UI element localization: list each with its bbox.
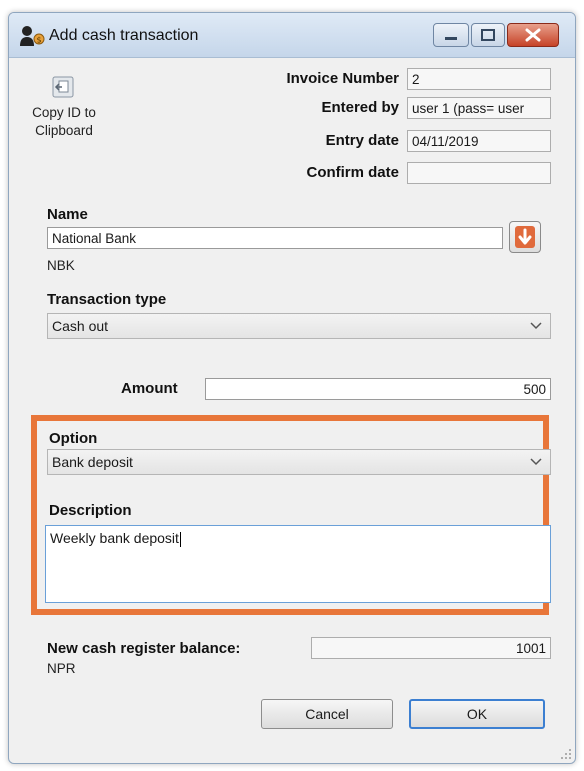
chevron-down-icon — [530, 458, 542, 466]
confirm-date-label: Confirm date — [306, 164, 399, 181]
name-lookup-button[interactable] — [509, 221, 541, 253]
cancel-button[interactable]: Cancel — [261, 699, 393, 729]
svg-text:$: $ — [37, 36, 42, 45]
arrow-down-icon — [515, 226, 535, 248]
window-title: Add cash transaction — [49, 27, 199, 44]
description-textarea[interactable]: Weekly bank deposit — [45, 525, 551, 603]
option-value: Bank deposit — [52, 454, 133, 470]
ok-button[interactable]: OK — [409, 699, 545, 729]
entry-date-field[interactable]: 04/11/2019 — [407, 130, 551, 152]
entered-by-label: Entered by — [321, 99, 399, 116]
name-input[interactable]: National Bank — [47, 227, 503, 249]
invoice-number-label: Invoice Number — [286, 70, 399, 87]
entered-by-field[interactable]: user 1 (pass= user — [407, 97, 551, 119]
transaction-type-select[interactable]: Cash out — [47, 313, 551, 339]
new-balance-field[interactable]: 1001 — [311, 637, 551, 659]
description-text: Weekly bank deposit — [50, 530, 179, 546]
currency-code: NPR — [47, 661, 76, 676]
amount-value: 500 — [523, 381, 546, 397]
amount-label: Amount — [121, 380, 178, 397]
transaction-type-label: Transaction type — [47, 291, 167, 308]
amount-input[interactable]: 500 — [205, 378, 551, 400]
option-label: Option — [49, 430, 98, 447]
entry-date-label: Entry date — [325, 132, 399, 149]
resize-grip-icon[interactable] — [560, 748, 572, 760]
new-balance-label: New cash register balance: — [47, 640, 241, 657]
close-icon — [525, 28, 541, 42]
copy-id-label-line2: Clipboard — [35, 123, 93, 138]
option-select[interactable]: Bank deposit — [47, 449, 551, 475]
user-dollar-icon: $ — [19, 25, 45, 47]
title-bar: $ Add cash transaction — [9, 13, 575, 58]
copy-id-label-line1: Copy ID to — [32, 105, 96, 120]
name-code: NBK — [47, 258, 75, 273]
transaction-type-value: Cash out — [52, 318, 109, 334]
name-label: Name — [47, 206, 88, 223]
confirm-date-field[interactable] — [407, 162, 551, 184]
clipboard-copy-icon — [51, 75, 75, 104]
new-balance-value: 1001 — [515, 640, 546, 656]
minimize-icon — [445, 37, 457, 40]
maximize-icon — [481, 29, 495, 41]
maximize-button[interactable] — [471, 23, 505, 47]
chevron-down-icon — [530, 322, 542, 330]
description-label: Description — [49, 502, 132, 519]
text-cursor — [179, 531, 181, 547]
add-cash-transaction-dialog: $ Add cash transaction Copy ID to Clipbo… — [8, 12, 576, 764]
minimize-button[interactable] — [433, 23, 469, 47]
invoice-number-field[interactable]: 2 — [407, 68, 551, 90]
close-button[interactable] — [507, 23, 559, 47]
copy-id-button[interactable]: Copy ID to Clipboard — [19, 75, 109, 145]
